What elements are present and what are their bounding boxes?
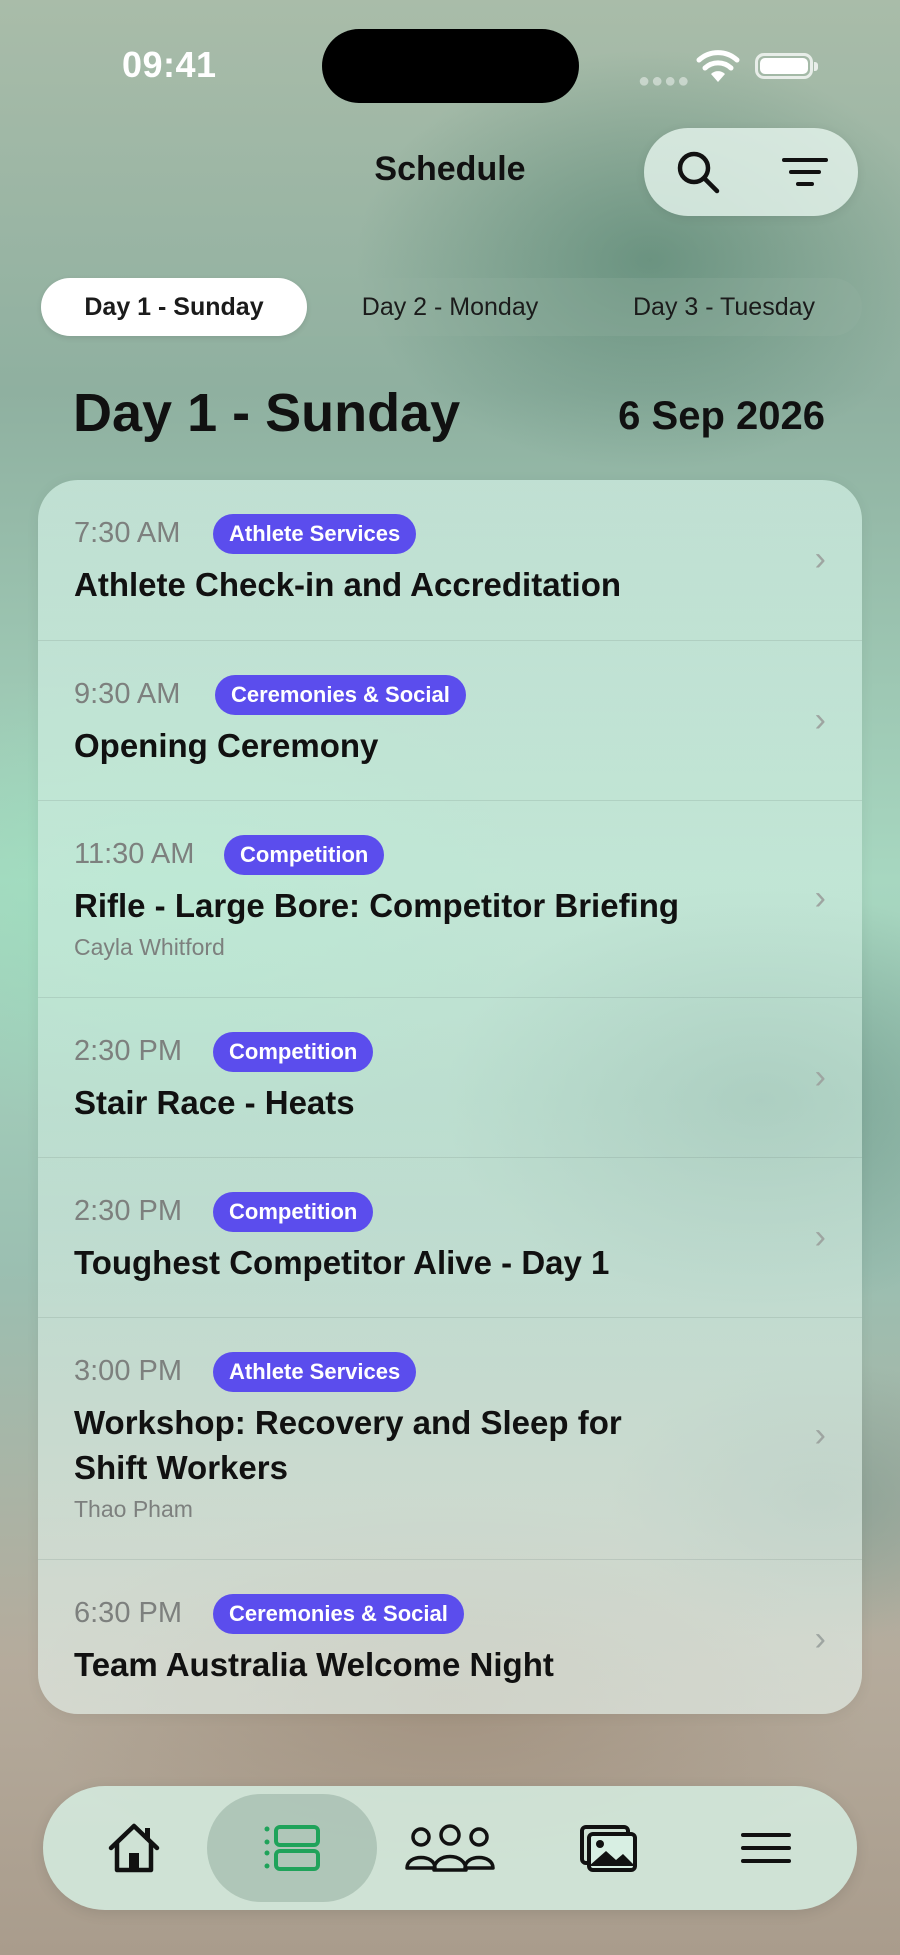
schedule-icon	[264, 1825, 320, 1871]
event-title: Toughest Competitor Alive - Day 1	[74, 1244, 610, 1281]
event-subtitle: Cayla Whitford	[74, 934, 225, 960]
tab-gallery[interactable]	[523, 1794, 693, 1902]
chevron-right-icon: ›	[814, 701, 826, 739]
event-row-7[interactable]: 6:30 PM Ceremonies & Social Team Austral…	[38, 1559, 862, 1714]
event-title: Rifle - Large Bore: Competitor Briefing	[74, 887, 680, 924]
event-row-2[interactable]: 9:30 AM Ceremonies & Social Opening Cere…	[38, 640, 862, 801]
tab-menu[interactable]	[681, 1794, 851, 1902]
filter-button[interactable]	[751, 128, 858, 216]
status-bar: 09:41 ●●●●	[0, 0, 900, 130]
category-badge: Competition	[213, 1192, 374, 1232]
category-badge: Ceremonies & Social	[215, 675, 466, 715]
day-date: 6 Sep 2026	[618, 394, 825, 438]
people-icon	[405, 1824, 495, 1872]
event-time: 2:30 PM	[74, 1035, 182, 1067]
event-row-4[interactable]: 2:30 PM Competition Stair Race - Heats ›	[38, 997, 862, 1158]
header-actions	[644, 128, 858, 216]
event-row-1[interactable]: 7:30 AM Athlete Services Athlete Check-i…	[38, 480, 862, 640]
gallery-icon	[580, 1825, 637, 1872]
event-time: 3:00 PM	[74, 1355, 182, 1387]
battery-icon	[755, 53, 818, 79]
chevron-right-icon: ›	[814, 1058, 826, 1096]
search-icon	[677, 151, 719, 194]
category-badge: Ceremonies & Social	[213, 1594, 464, 1634]
chevron-right-icon: ›	[814, 540, 826, 578]
filter-icon	[781, 158, 828, 186]
chevron-right-icon: ›	[814, 1218, 826, 1256]
event-title: Workshop: Recovery and Sleep for Shift W…	[74, 1404, 622, 1486]
day-tabs: Day 1 - Sunday Day 2 - Monday Day 3 - Tu…	[40, 278, 862, 336]
search-button[interactable]	[644, 128, 751, 216]
event-title: Athlete Check-in and Accreditation	[74, 566, 622, 603]
event-title: Stair Race - Heats	[74, 1084, 355, 1121]
category-badge: Athlete Services	[213, 1352, 417, 1392]
event-subtitle: Thao Pham	[74, 1496, 193, 1522]
wifi-icon	[696, 50, 740, 82]
tab-schedule[interactable]	[207, 1794, 377, 1902]
tab-day-2[interactable]: Day 2 - Monday	[314, 278, 586, 336]
event-time: 2:30 PM	[74, 1195, 182, 1227]
cellular-signal-icon: ●●●●	[638, 70, 691, 92]
tab-day-1[interactable]: Day 1 - Sunday	[41, 278, 307, 336]
event-row-3[interactable]: 11:30 AM Competition Rifle - Large Bore:…	[38, 800, 862, 998]
tab-home[interactable]	[49, 1794, 219, 1902]
chevron-right-icon: ›	[814, 1416, 826, 1454]
home-icon	[108, 1823, 160, 1873]
category-badge: Athlete Services	[213, 514, 417, 554]
event-row-6[interactable]: 3:00 PM Athlete Services Workshop: Recov…	[38, 1317, 862, 1560]
dynamic-island	[322, 29, 579, 103]
category-badge: Competition	[224, 835, 385, 875]
event-time: 7:30 AM	[74, 517, 181, 549]
event-list: 7:30 AM Athlete Services Athlete Check-i…	[38, 480, 862, 1714]
status-time: 09:41	[122, 44, 217, 85]
event-title: Opening Ceremony	[74, 727, 379, 764]
day-heading: Day 1 - Sunday	[73, 383, 461, 443]
event-row-5[interactable]: 2:30 PM Competition Toughest Competitor …	[38, 1157, 862, 1318]
event-title: Team Australia Welcome Night	[74, 1646, 554, 1683]
tab-bar	[43, 1786, 857, 1910]
tab-day-3[interactable]: Day 3 - Tuesday	[588, 278, 860, 336]
chevron-right-icon: ›	[814, 879, 826, 917]
event-time: 11:30 AM	[74, 838, 195, 870]
event-time: 9:30 AM	[74, 678, 181, 710]
category-badge: Competition	[213, 1032, 374, 1072]
event-time: 6:30 PM	[74, 1597, 182, 1629]
menu-icon	[741, 1833, 791, 1863]
chevron-right-icon: ›	[814, 1620, 826, 1658]
tab-people[interactable]	[365, 1794, 535, 1902]
